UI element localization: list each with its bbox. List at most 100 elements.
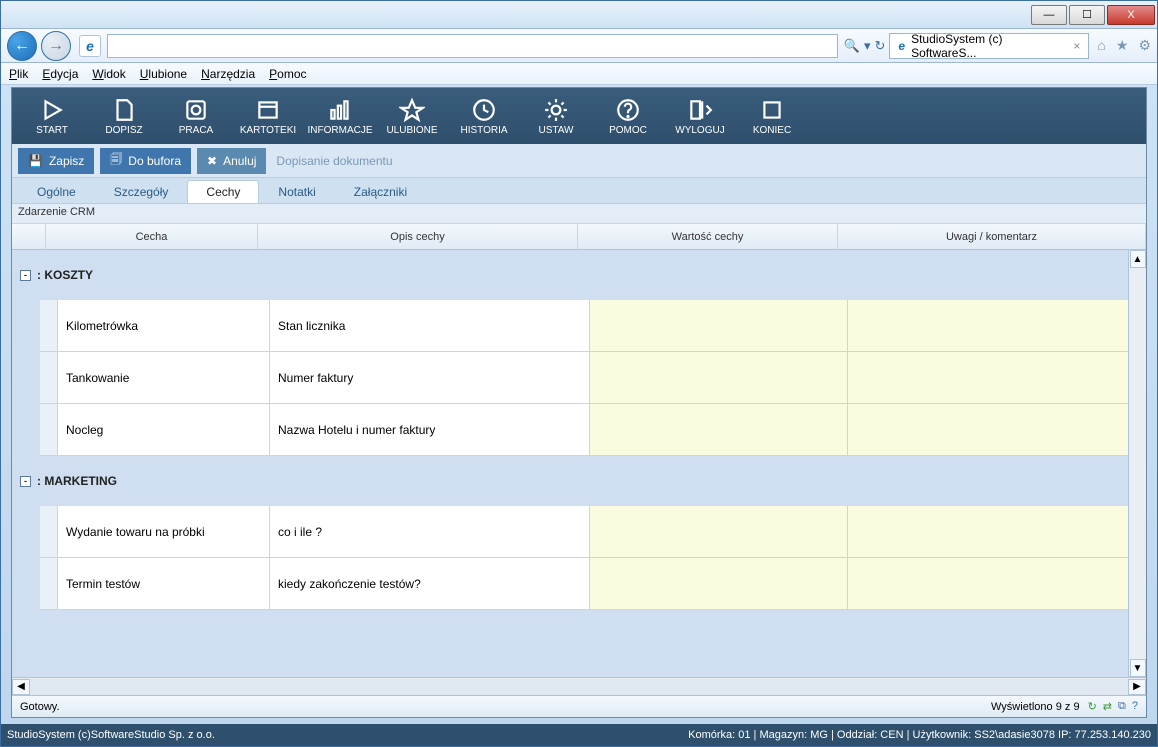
scroll-right-icon[interactable]: ▶ [1128, 679, 1146, 695]
cell-wartosc[interactable] [590, 404, 848, 455]
refresh-icon[interactable]: ↻ [875, 38, 886, 54]
ribbon-label: PRACA [179, 125, 213, 136]
save-button[interactable]: 💾 Zapisz [18, 148, 94, 174]
table-row[interactable]: KilometrówkaStan licznika [40, 300, 1146, 352]
window-icon [253, 97, 283, 123]
tab-cechy[interactable]: Cechy [187, 180, 259, 203]
minimize-button[interactable]: — [1031, 5, 1067, 25]
ribbon-kartoteki[interactable]: KARTOTEKI [232, 88, 304, 144]
tab-szczegóły[interactable]: Szczegóły [95, 180, 188, 203]
row-selector[interactable] [40, 300, 58, 351]
cell-uwagi[interactable] [848, 404, 1146, 455]
filter-icon[interactable]: ⧉ [1118, 700, 1126, 713]
tools-icon[interactable]: ⚙ [1138, 37, 1151, 54]
menu-narzędzia[interactable]: Narzędzia [201, 67, 255, 81]
tab-close-icon[interactable]: × [1073, 39, 1080, 53]
app-footer: StudioSystem (c)SoftwareStudio Sp. z o.o… [1, 724, 1157, 746]
row-selector[interactable] [40, 352, 58, 403]
home-icon[interactable]: ⌂ [1097, 37, 1105, 54]
close-button[interactable]: X [1107, 5, 1155, 25]
browser-window: — ☐ X ← → e 🔍 ▾ ↻ e StudioSystem (c) Sof… [0, 0, 1158, 747]
table-row[interactable]: Termin testówkiedy zakończenie testów? [40, 558, 1146, 610]
export-icon[interactable]: ⇄ [1103, 700, 1112, 713]
cell-wartosc[interactable] [590, 506, 848, 557]
scroll-up-icon[interactable]: ▲ [1130, 250, 1146, 268]
buffer-label: Do bufora [128, 154, 181, 168]
table-row[interactable]: NoclegNazwa Hotelu i numer faktury [40, 404, 1146, 456]
ribbon-start[interactable]: START [16, 88, 88, 144]
window-titlebar: — ☐ X [1, 1, 1157, 29]
star-icon [397, 97, 427, 123]
back-button[interactable]: ← [7, 31, 37, 61]
menu-pomoc[interactable]: Pomoc [269, 67, 306, 81]
row-selector[interactable] [40, 558, 58, 609]
cell-cecha: Wydanie towaru na próbki [58, 506, 270, 557]
table-row[interactable]: TankowanieNumer faktury [40, 352, 1146, 404]
cell-uwagi[interactable] [848, 352, 1146, 403]
cell-opis: Numer faktury [270, 352, 590, 403]
collapse-icon[interactable]: - [20, 476, 31, 487]
ribbon-label: POMOC [609, 125, 647, 136]
cell-wartosc[interactable] [590, 558, 848, 609]
grid-header-wartosc[interactable]: Wartość cechy [578, 224, 838, 249]
tab-notatki[interactable]: Notatki [259, 180, 334, 203]
tab-załączniki[interactable]: Załączniki [335, 180, 426, 203]
dropdown-icon[interactable]: ▾ [864, 38, 871, 54]
scroll-track[interactable] [30, 679, 1128, 695]
collapse-icon[interactable]: - [20, 270, 31, 281]
buffer-button[interactable]: 🗐 Do bufora [100, 148, 191, 174]
group-header[interactable]: -: MARKETING [12, 456, 1146, 506]
horizontal-scrollbar[interactable]: ◀ ▶ [12, 677, 1146, 695]
main-ribbon: START DOPISZ PRACA KARTOTEKI INFORMACJEULUBI… [12, 88, 1146, 144]
group-header[interactable]: -: KOSZTY [12, 250, 1146, 300]
row-selector[interactable] [40, 506, 58, 557]
cell-uwagi[interactable] [848, 558, 1146, 609]
ribbon-ulubione[interactable]: ULUBIONE [376, 88, 448, 144]
ribbon-praca[interactable]: PRACA [160, 88, 232, 144]
ribbon-historia[interactable]: HISTORIA [448, 88, 520, 144]
browser-tab-title: StudioSystem (c) SoftwareS... [911, 32, 1067, 60]
cell-cecha: Nocleg [58, 404, 270, 455]
menu-ulubione[interactable]: Ulubione [140, 67, 187, 81]
footer-left: StudioSystem (c)SoftwareStudio Sp. z o.o… [7, 729, 215, 741]
buffer-icon: 🗐 [110, 150, 122, 171]
cell-wartosc[interactable] [590, 300, 848, 351]
address-bar[interactable] [107, 34, 838, 58]
ribbon-wyloguj[interactable]: WYLOGUJ [664, 88, 736, 144]
scroll-down-icon[interactable]: ▼ [1130, 659, 1146, 677]
favorites-icon[interactable]: ★ [1116, 37, 1129, 54]
grid-header-uwagi[interactable]: Uwagi / komentarz [838, 224, 1146, 249]
row-selector[interactable] [40, 404, 58, 455]
scroll-left-icon[interactable]: ◀ [12, 679, 30, 695]
cancel-button[interactable]: ✖ Anuluj [197, 148, 266, 174]
tab-ogólne[interactable]: Ogólne [18, 180, 95, 203]
dash-icon [181, 97, 211, 123]
ribbon-label: WYLOGUJ [675, 125, 724, 136]
browser-tab[interactable]: e StudioSystem (c) SoftwareS... × [889, 33, 1089, 59]
sub-toolbar: 💾 Zapisz 🗐 Do bufora ✖ Anuluj Dopisanie … [12, 144, 1146, 178]
table-row[interactable]: Wydanie towaru na próbkico i ile ? [40, 506, 1146, 558]
refresh-grid-icon[interactable]: ↻ [1088, 700, 1097, 713]
help-grid-icon[interactable]: ? [1132, 700, 1138, 713]
ribbon-pomoc[interactable]: POMOC [592, 88, 664, 144]
search-icon[interactable]: 🔍 [844, 38, 860, 54]
maximize-button[interactable]: ☐ [1069, 5, 1105, 25]
ribbon-label: KARTOTEKI [240, 125, 296, 136]
forward-button[interactable]: → [41, 31, 71, 61]
menu-widok[interactable]: Widok [92, 67, 125, 81]
menu-plik[interactable]: Plik [9, 67, 28, 81]
ribbon-informacje[interactable]: INFORMACJE [304, 88, 376, 144]
cancel-label: Anuluj [223, 154, 256, 168]
ribbon-ustaw[interactable]: USTAW [520, 88, 592, 144]
menu-edycja[interactable]: Edycja [42, 67, 78, 81]
ribbon-label: DOPISZ [105, 125, 142, 136]
browser-menu-bar: Plik Edycja Widok Ulubione Narzędzia Pomoc [1, 63, 1157, 85]
ribbon-dopisz[interactable]: DOPISZ [88, 88, 160, 144]
grid-header-cecha[interactable]: Cecha [46, 224, 258, 249]
grid-header-opis[interactable]: Opis cechy [258, 224, 578, 249]
cell-uwagi[interactable] [848, 300, 1146, 351]
vertical-scrollbar[interactable]: ▲ ▼ [1128, 250, 1146, 677]
cell-uwagi[interactable] [848, 506, 1146, 557]
cell-wartosc[interactable] [590, 352, 848, 403]
ribbon-koniec[interactable]: KONIEC [736, 88, 808, 144]
